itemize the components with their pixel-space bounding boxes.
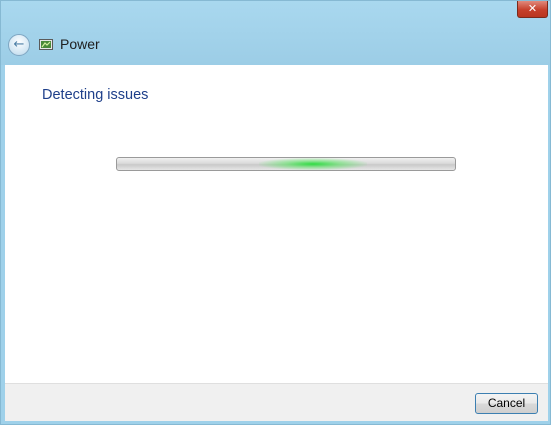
cancel-button[interactable]: Cancel — [475, 393, 538, 414]
power-troubleshooter-icon — [39, 39, 53, 50]
progress-bar — [116, 157, 456, 171]
content-area: Detecting issues — [5, 65, 548, 383]
title-bar: ✕ ← Power — [1, 1, 550, 65]
back-button[interactable]: ← — [8, 34, 30, 56]
command-bar: Cancel — [5, 383, 548, 421]
back-arrow-icon: ← — [13, 37, 25, 52]
progress-indicator — [258, 158, 368, 170]
window-title: Power — [60, 36, 100, 52]
page-heading: Detecting issues — [42, 87, 149, 103]
close-button[interactable]: ✕ — [517, 1, 548, 18]
close-icon: ✕ — [527, 2, 538, 15]
troubleshooter-window: ✕ ← Power Detecting issues Cancel — [0, 0, 551, 425]
